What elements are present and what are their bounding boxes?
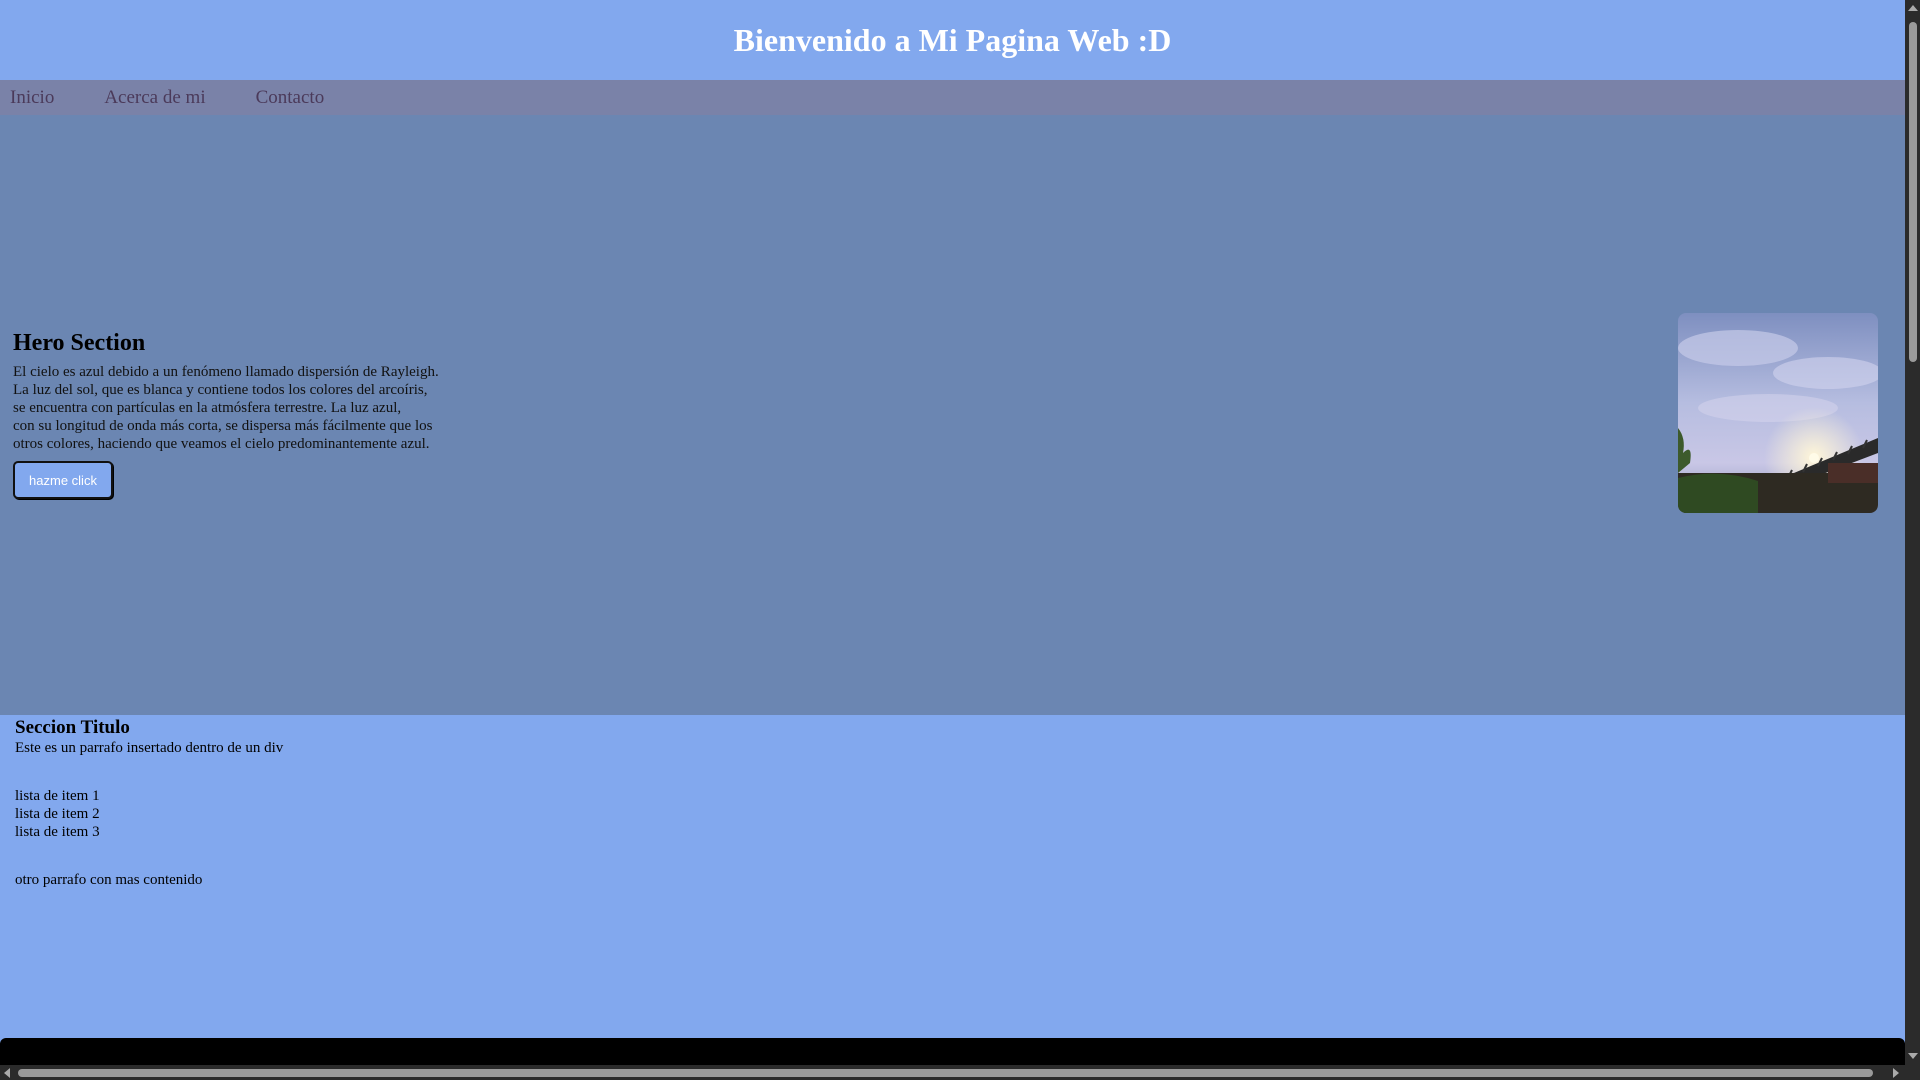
vertical-scroll-thumb[interactable] [1909, 22, 1917, 362]
list-item: lista de item 1 [15, 788, 100, 804]
sky-photo [1678, 313, 1878, 513]
list-item: lista de item 3 [15, 824, 100, 840]
section-paragraph: Este es un parrafo insertado dentro de u… [15, 740, 284, 756]
content-section: Seccion Titulo Este es un parrafo insert… [0, 715, 1905, 889]
scrollbar-corner [1905, 1065, 1920, 1080]
nav-bar: Inicio Acerca de mi Contacto [0, 80, 1905, 115]
footer-bar [0, 1038, 1905, 1068]
site-header: Bienvenido a Mi Pagina Web :D [0, 0, 1905, 80]
horizontal-scrollbar[interactable] [0, 1065, 1905, 1080]
nav-link-acerca[interactable]: Acerca de mi [104, 87, 205, 109]
section-paragraph-2: otro parrafo con mas contenido [15, 872, 203, 888]
vertical-scrollbar[interactable] [1905, 0, 1920, 1065]
scroll-left-icon[interactable] [4, 1068, 10, 1078]
hero-section: Hero Section El cielo es azul debido a u… [0, 115, 1905, 715]
site-title: Bienvenido a Mi Pagina Web :D [733, 21, 1172, 58]
hazme-click-button[interactable]: hazme click [13, 461, 113, 499]
hero-title: Hero Section [13, 330, 146, 356]
nav-link-contacto[interactable]: Contacto [256, 87, 325, 109]
hero-content: Hero Section El cielo es azul debido a u… [13, 330, 493, 499]
section-title: Seccion Titulo [15, 717, 130, 738]
list-item: lista de item 2 [15, 806, 100, 822]
nav-link-inicio[interactable]: Inicio [10, 87, 54, 109]
hero-paragraph: El cielo es azul debido a un fenómeno ll… [13, 364, 439, 452]
item-list: lista de item 1 lista de item 2 lista de… [15, 787, 1890, 841]
horizontal-scroll-thumb[interactable] [18, 1069, 1873, 1077]
scroll-right-icon[interactable] [1893, 1068, 1899, 1078]
scroll-up-icon[interactable] [1908, 5, 1918, 11]
scroll-down-icon[interactable] [1908, 1053, 1918, 1059]
page: Bienvenido a Mi Pagina Web :D Inicio Ace… [0, 0, 1905, 1080]
